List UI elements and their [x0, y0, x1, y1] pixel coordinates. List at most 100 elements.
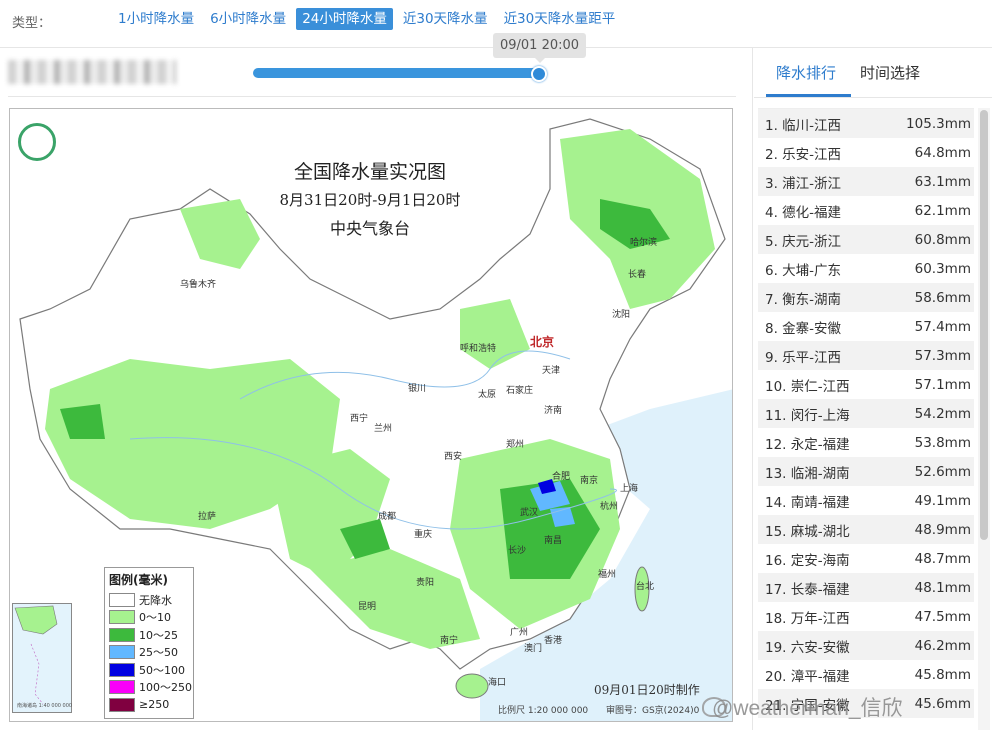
- ranking-row[interactable]: 15. 麻城-湖北 48.9mm: [758, 515, 974, 544]
- ranking-station: 8. 金寨-安徽: [765, 320, 842, 337]
- tab-30d-precip[interactable]: 近30天降水量: [397, 8, 494, 30]
- ranking-row[interactable]: 9. 乐平-江西 57.3mm: [758, 341, 974, 370]
- ranking-row[interactable]: 20. 漳平-福建 45.8mm: [758, 660, 974, 689]
- ranking-station: 19. 六安-安徽: [765, 639, 850, 656]
- ranking-value: 60.3mm: [914, 260, 971, 277]
- watermark: @weatherman_信欣: [712, 697, 903, 720]
- ranking-value: 64.8mm: [914, 144, 971, 161]
- ranking-value: 48.9mm: [914, 521, 971, 538]
- ranking-row[interactable]: 8. 金寨-安徽 57.4mm: [758, 312, 974, 341]
- city-label: 台北: [636, 582, 655, 592]
- ranking-row[interactable]: 16. 定安-海南 48.7mm: [758, 544, 974, 573]
- cma-logo: [18, 123, 56, 161]
- tab-1h-precip[interactable]: 1小时降水量: [112, 8, 200, 30]
- ranking-station: 12. 永定-福建: [765, 436, 850, 453]
- active-tab-underline: [766, 94, 851, 97]
- tab-6h-precip[interactable]: 6小时降水量: [204, 8, 292, 30]
- ranking-station: 14. 南靖-福建: [765, 494, 850, 511]
- ranking-row[interactable]: 7. 衡东-湖南 58.6mm: [758, 283, 974, 312]
- city-label: 乌鲁木齐: [180, 280, 217, 290]
- city-label: 银川: [408, 384, 427, 394]
- city-label: 昆明: [358, 602, 377, 612]
- inset-map: [13, 604, 71, 712]
- ranking-value: 49.1mm: [914, 492, 971, 509]
- ranking-row[interactable]: 18. 万年-江西 47.5mm: [758, 602, 974, 631]
- time-tooltip: 09/01 20:00: [493, 33, 586, 63]
- ranking-value: 46.2mm: [914, 637, 971, 654]
- ranking-value: 48.1mm: [914, 579, 971, 596]
- legend-item: 10～25: [109, 626, 189, 644]
- tab-24h-precip[interactable]: 24小时降水量: [296, 8, 393, 30]
- ranking-row[interactable]: 12. 永定-福建 53.8mm: [758, 428, 974, 457]
- ranking-row[interactable]: 5. 庆元-浙江 60.8mm: [758, 225, 974, 254]
- city-label: 长春: [628, 270, 647, 280]
- ranking-value: 105.3mm: [906, 115, 971, 132]
- map-legend: 图例(毫米) 无降水 0～10 10～25 25～50 50～100 100～2…: [104, 567, 194, 719]
- ranking-row[interactable]: 14. 南靖-福建 49.1mm: [758, 486, 974, 515]
- legend-label: 10～25: [139, 628, 178, 642]
- time-slider-handle[interactable]: [531, 66, 547, 82]
- map-review-number: 审图号：GS京(2024)0: [606, 706, 700, 716]
- legend-swatch: [109, 697, 135, 712]
- city-label: 广州: [510, 628, 529, 638]
- ranking-value: 53.8mm: [914, 434, 971, 451]
- ranking-value: 62.1mm: [914, 202, 971, 219]
- legend-swatch: [109, 662, 135, 677]
- precip-ranking-list[interactable]: 1. 临川-江西 105.3mm 2. 乐安-江西 64.8mm 3. 浦江-浙江 63.…: [758, 108, 974, 730]
- ranking-row[interactable]: 11. 闵行-上海 54.2mm: [758, 399, 974, 428]
- legend-item: 100～250: [109, 679, 192, 697]
- ranking-value: 54.2mm: [914, 405, 971, 422]
- city-label: 太原: [478, 390, 497, 400]
- legend-swatch: [109, 680, 135, 695]
- city-label: 成都: [378, 512, 397, 522]
- ranking-value: 45.8mm: [914, 666, 971, 683]
- tab-30d-anomaly[interactable]: 近30天降水量距平: [498, 8, 622, 30]
- type-label: 类型：: [12, 16, 52, 31]
- map-subtitle: 8月31日20时-9月1日20时: [279, 191, 461, 209]
- legend-label: ≥250: [139, 698, 170, 712]
- ranking-station: 5. 庆元-浙江: [765, 233, 842, 250]
- scrollbar-thumb[interactable]: [980, 110, 988, 540]
- ranking-row[interactable]: 17. 长泰-福建 48.1mm: [758, 573, 974, 602]
- city-label: 杭州: [600, 502, 619, 512]
- city-beijing: 北京: [530, 335, 555, 349]
- ranking-value: 48.7mm: [914, 550, 971, 567]
- legend-item: ≥250: [109, 696, 189, 714]
- ranking-station: 2. 乐安-江西: [765, 146, 842, 163]
- city-label: 西宁: [350, 414, 369, 424]
- ranking-row[interactable]: 19. 六安-安徽 46.2mm: [758, 631, 974, 660]
- ranking-station: 6. 大埔-广东: [765, 262, 842, 279]
- city-label: 沈阳: [612, 310, 631, 320]
- legend-item: 25～50: [109, 644, 189, 662]
- tab-precip-ranking[interactable]: 降水排行: [776, 62, 836, 83]
- map-scale: 比例尺 1:20 000 000: [498, 706, 589, 716]
- ranking-value: 45.6mm: [914, 695, 971, 712]
- panel-divider: [752, 48, 753, 730]
- ranking-row[interactable]: 6. 大埔-广东 60.3mm: [758, 254, 974, 283]
- tab-time-select[interactable]: 时间选择: [860, 62, 920, 83]
- ranking-row[interactable]: 10. 崇仁-江西 57.1mm: [758, 370, 974, 399]
- ranking-row[interactable]: 13. 临湘-湖南 52.6mm: [758, 457, 974, 486]
- ranking-station: 16. 定安-海南: [765, 552, 850, 569]
- ranking-row[interactable]: 2. 乐安-江西 64.8mm: [758, 138, 974, 167]
- city-label: 海口: [488, 678, 507, 688]
- legend-title: 图例(毫米): [109, 573, 168, 587]
- ranking-value: 52.6mm: [914, 463, 971, 480]
- ranking-row[interactable]: 4. 德化-福建 62.1mm: [758, 196, 974, 225]
- ranking-station: 11. 闵行-上海: [765, 407, 850, 424]
- ranking-station: 3. 浦江-浙江: [765, 175, 842, 192]
- legend-swatch: [109, 627, 135, 642]
- map-made-time: 09月01日20时制作: [594, 683, 700, 697]
- legend-item: 0～10: [109, 609, 189, 627]
- ranking-value: 58.6mm: [914, 289, 971, 306]
- legend-swatch: [109, 610, 135, 625]
- time-slider-track[interactable]: [253, 68, 541, 78]
- right-panel-tabs: 降水排行 时间选择: [754, 48, 992, 98]
- ranking-row[interactable]: 1. 临川-江西 105.3mm: [758, 109, 974, 138]
- south-china-sea-inset: 南海诸岛 1:40 000 000: [12, 603, 72, 713]
- ranking-station: 15. 麻城-湖北: [765, 523, 850, 540]
- legend-swatch: [109, 592, 135, 607]
- city-label: 石家庄: [506, 386, 534, 396]
- ranking-row[interactable]: 3. 浦江-浙江 63.1mm: [758, 167, 974, 196]
- ranking-value: 47.5mm: [914, 608, 971, 625]
